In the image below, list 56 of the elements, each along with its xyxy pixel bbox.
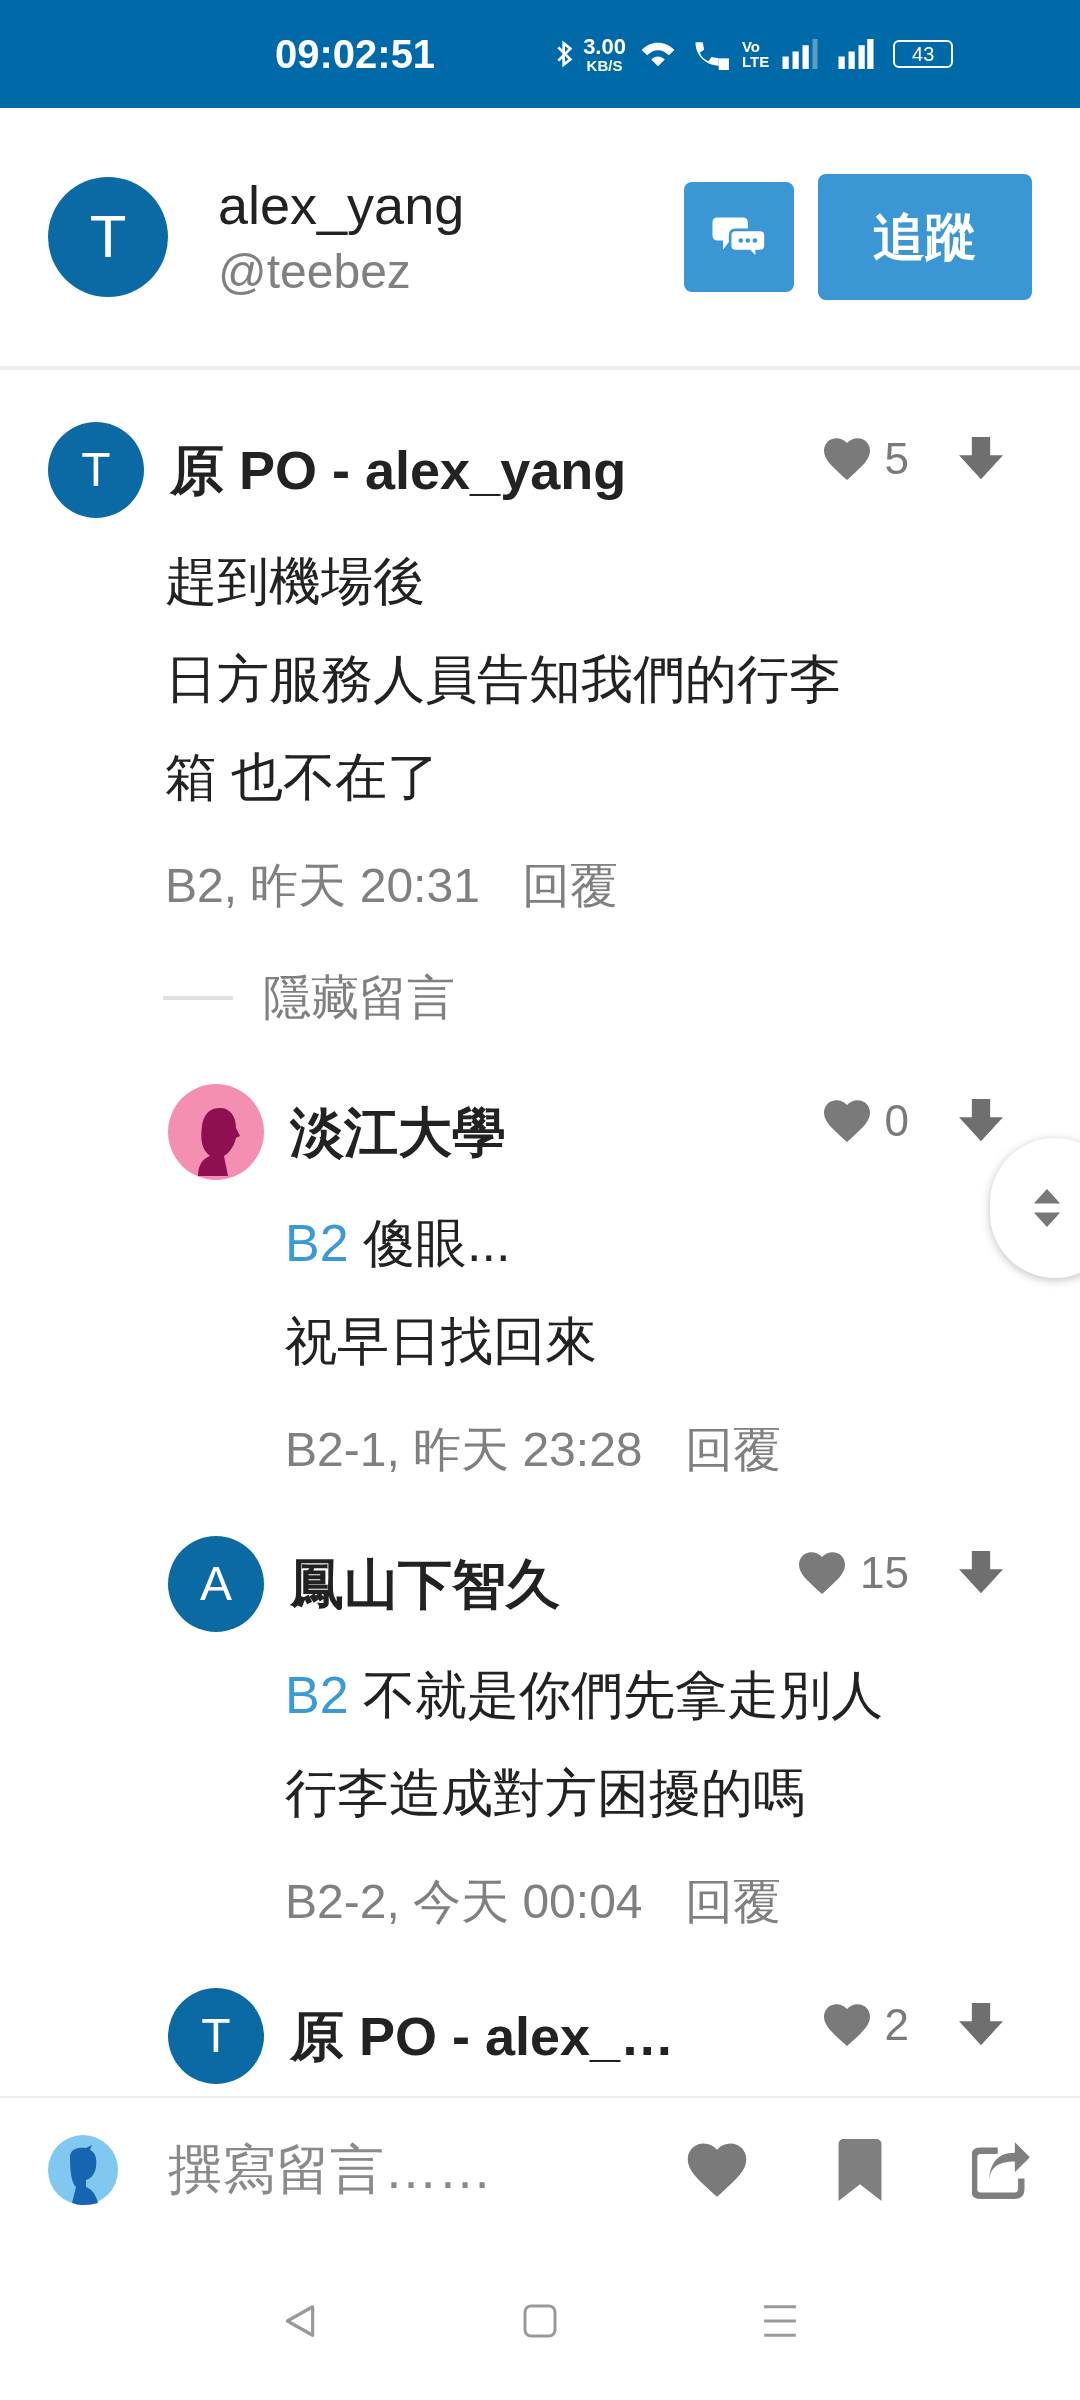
follow-button[interactable]: 追蹤 bbox=[818, 174, 1032, 300]
share-icon[interactable] bbox=[972, 2140, 1032, 2199]
bluetooth-icon bbox=[557, 39, 574, 69]
user-avatar: T bbox=[168, 1988, 264, 2084]
up-down-arrows-icon bbox=[1032, 1186, 1062, 1230]
heart-icon[interactable] bbox=[822, 2003, 871, 2047]
lte-label: LTE bbox=[741, 54, 770, 69]
download-arrow-icon[interactable] bbox=[959, 2002, 1003, 2048]
like-count: 0 bbox=[884, 1095, 909, 1147]
message-button[interactable] bbox=[684, 182, 794, 292]
like-count: 5 bbox=[884, 433, 909, 485]
profile-handle: @teebez bbox=[218, 244, 412, 300]
profile-name: alex_yang bbox=[218, 174, 465, 237]
user-avatar: A bbox=[168, 1536, 264, 1632]
comment-text: B2 不就是你們先拿走別人 bbox=[285, 1665, 885, 1726]
comment-author[interactable]: 鳳山下智久 bbox=[290, 1543, 560, 1625]
home-icon[interactable] bbox=[522, 2302, 558, 2339]
comment-text: 日方服務人員告知我們的行李 bbox=[165, 649, 842, 710]
signal-icon bbox=[781, 39, 820, 69]
mention-link[interactable]: B2 bbox=[285, 1214, 349, 1272]
clock: 09:02:51 bbox=[275, 31, 436, 78]
speed-unit: KB/S bbox=[586, 57, 623, 73]
comment-text: 箱 也不在了 bbox=[165, 747, 441, 808]
user-avatar: T bbox=[48, 177, 168, 297]
download-arrow-icon[interactable] bbox=[959, 436, 1003, 482]
like-count: 2 bbox=[884, 1999, 909, 2051]
comment-text: 祝早日找回來 bbox=[285, 1311, 598, 1372]
comment-text: 趕到機場後 bbox=[165, 551, 426, 612]
comment-meta: B2, 昨天 20:31 bbox=[165, 858, 480, 914]
comment-author[interactable]: 原 PO - alex_yang bbox=[170, 429, 627, 511]
user-avatar: T bbox=[48, 422, 144, 518]
user-avatar-icon bbox=[48, 2134, 118, 2205]
battery-indicator: 43 bbox=[893, 40, 954, 68]
comment-author[interactable]: 原 PO - alex_… bbox=[290, 1995, 675, 2077]
heart-icon[interactable] bbox=[798, 1551, 847, 1595]
reply-link[interactable]: 回覆 bbox=[684, 1866, 781, 1938]
download-arrow-icon[interactable] bbox=[959, 1098, 1003, 1144]
comment-meta: B2-2, 今天 00:04 bbox=[285, 1874, 643, 1930]
heart-icon[interactable] bbox=[822, 1099, 871, 1143]
comment-input[interactable]: 撰寫留言…… bbox=[168, 2129, 588, 2210]
signal-icon bbox=[837, 39, 876, 69]
download-arrow-icon[interactable] bbox=[959, 1550, 1003, 1596]
heart-icon[interactable] bbox=[822, 437, 871, 481]
volte-label: Vo bbox=[741, 39, 761, 54]
reply-link[interactable]: 回覆 bbox=[684, 1414, 781, 1486]
comment-text: 行李造成對方困擾的嗎 bbox=[285, 1763, 806, 1824]
comment-author[interactable]: 淡江大學 bbox=[290, 1091, 506, 1173]
bookmark-icon[interactable] bbox=[836, 2138, 884, 2201]
mention-link[interactable]: B2 bbox=[285, 1666, 349, 1724]
like-count: 15 bbox=[860, 1547, 909, 1599]
heart-icon[interactable] bbox=[686, 2141, 748, 2198]
network-speed: 3.00 bbox=[583, 35, 626, 58]
comment-meta: B2-1, 昨天 23:28 bbox=[285, 1422, 643, 1478]
reply-link[interactable]: 回覆 bbox=[521, 850, 618, 922]
hide-replies-toggle[interactable]: 隱藏留言 bbox=[263, 962, 455, 1034]
avatar-icon bbox=[168, 1084, 264, 1180]
